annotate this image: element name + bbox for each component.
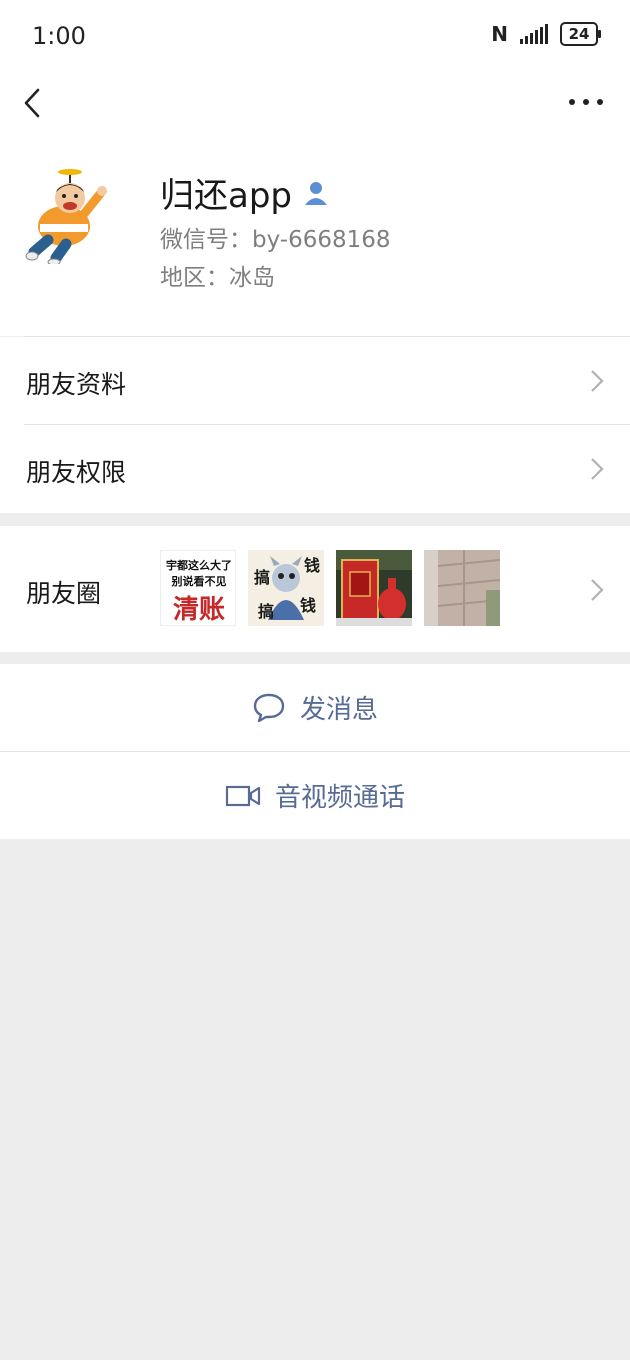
- nav-bar: [0, 74, 630, 132]
- moment-thumb-text: 宇都这么大了 别说看不见 清账: [160, 550, 236, 626]
- thumb-text-line2: 别说看不见: [171, 575, 227, 588]
- battery-icon: 24: [560, 22, 601, 46]
- send-message-button[interactable]: 发消息: [0, 664, 630, 751]
- liquor-image: [336, 550, 412, 626]
- user-badge-icon: [305, 181, 327, 205]
- moment-thumb-liquor: [336, 550, 412, 626]
- chevron-right-icon: [591, 579, 604, 601]
- signal-icon: [520, 24, 548, 44]
- back-icon[interactable]: [22, 86, 52, 120]
- status-time: 1:00: [32, 22, 86, 50]
- status-icons: N 24: [491, 22, 601, 46]
- friend-profile-row[interactable]: 朋友资料: [0, 337, 630, 425]
- moment-thumb-cartoon: 搞 钱 搞 钱: [248, 550, 324, 626]
- nfc-icon: N: [491, 22, 508, 46]
- thumb-text-big: 清账: [172, 595, 225, 625]
- thumb-text-line1: 宇都这么大了: [166, 559, 232, 572]
- moments-label: 朋友圈: [26, 579, 102, 608]
- chat-bubble-icon: [253, 693, 285, 722]
- send-message-label: 发消息: [299, 695, 378, 725]
- moment-thumb-boxes: [424, 550, 500, 626]
- thumb-char: 搞: [254, 568, 271, 587]
- chevron-right-icon: [591, 458, 604, 480]
- thumb-char: 钱: [299, 596, 316, 615]
- profile-card: 归还app 微信号：by-6668168 地区：冰岛: [0, 132, 630, 337]
- video-call-label: 音视频通话: [274, 783, 405, 813]
- video-camera-icon: [225, 785, 261, 806]
- more-icon[interactable]: [568, 92, 604, 112]
- avatar[interactable]: [22, 164, 112, 264]
- boxes-image: [424, 550, 500, 626]
- video-call-button[interactable]: 音视频通话: [0, 752, 630, 839]
- moments-row[interactable]: 朋友圈 宇都这么大了 别说看不见 清账 搞 钱 搞 钱: [0, 526, 630, 652]
- thumb-char: 钱: [303, 556, 320, 575]
- friend-profile-label: 朋友资料: [26, 370, 127, 399]
- friend-permissions-row[interactable]: 朋友权限: [0, 425, 630, 513]
- contact-name: 归还app: [160, 176, 292, 216]
- moments-thumbnails: 宇都这么大了 别说看不见 清账 搞 钱 搞 钱: [160, 550, 500, 626]
- wechat-id: 微信号：by-6668168: [160, 227, 391, 253]
- friend-permissions-label: 朋友权限: [26, 458, 127, 487]
- status-bar: 1:00 N 24: [0, 0, 630, 74]
- region: 地区：冰岛: [160, 265, 275, 291]
- name-row: 归还app: [160, 168, 330, 217]
- thumb-char: 搞: [258, 602, 275, 621]
- chevron-right-icon: [591, 370, 604, 392]
